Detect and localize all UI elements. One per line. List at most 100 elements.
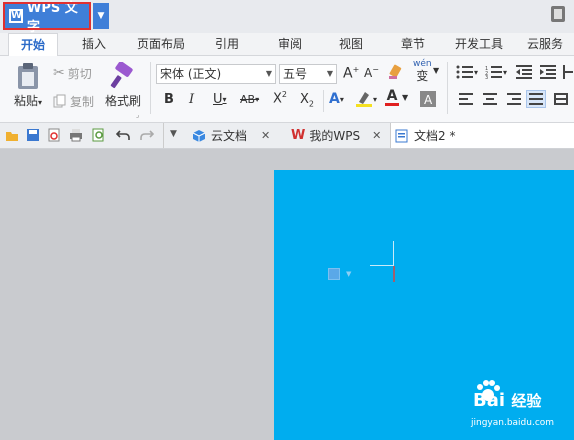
bold-button[interactable]: B xyxy=(164,92,174,107)
align-left-button[interactable] xyxy=(459,93,473,105)
chevron-down-icon: ▼ xyxy=(402,93,409,102)
format-painter-label: 格式刷 xyxy=(104,94,141,108)
font-name-select[interactable]: 宋体 (正文) ▼ xyxy=(156,64,276,84)
print-icon[interactable] xyxy=(69,128,83,142)
numbered-list-button[interactable]: 1 2 3 ▾ xyxy=(485,65,507,79)
phonetic-button[interactable]: wén 变 xyxy=(413,59,432,84)
baidu-jingyan-watermark: Bai 经验 jingyan.baidu.com xyxy=(471,376,569,432)
char-shading-button[interactable]: A xyxy=(420,91,436,107)
tab-view[interactable]: 视图 xyxy=(329,33,373,55)
tab-developer[interactable]: 开发工具 xyxy=(450,33,508,55)
divider xyxy=(150,62,151,114)
print-preview-icon[interactable] xyxy=(92,128,106,142)
svg-text:A: A xyxy=(424,93,433,107)
redo-icon[interactable] xyxy=(140,128,154,142)
tab-page-layout[interactable]: 页面布局 xyxy=(130,33,192,55)
shrink-font-button[interactable]: A− xyxy=(364,65,379,80)
align-right-icon xyxy=(507,93,521,105)
underline-button[interactable]: U ▾ xyxy=(213,92,227,107)
divider xyxy=(163,123,164,148)
bullet-list-icon xyxy=(456,65,473,79)
clipboard-group-launcher[interactable]: ⌟ xyxy=(136,111,139,119)
ribbon: 粘贴▾ ✂ 剪切 复制 格式刷 宋体 (正文) ▼ 五号 ▼ A+ A− wén… xyxy=(0,56,574,123)
tab-insert[interactable]: 插入 xyxy=(70,33,118,55)
strikethrough-button[interactable]: AB ▾ xyxy=(240,93,259,106)
pinyin-icon: wén xyxy=(413,59,432,69)
export-pdf-icon[interactable] xyxy=(47,128,61,142)
font-size-select[interactable]: 五号 ▼ xyxy=(279,64,337,84)
cut-label: 剪切 xyxy=(67,66,92,81)
font-color-icon: A xyxy=(386,88,398,104)
undo-icon[interactable] xyxy=(116,128,130,142)
char-shading-icon: A xyxy=(420,91,436,107)
word-doc-icon xyxy=(395,129,408,142)
cut-button[interactable]: ✂ 剪切 xyxy=(53,64,92,82)
superscript-button[interactable]: X2 xyxy=(273,90,287,106)
clear-format-button[interactable] xyxy=(388,64,404,80)
phonetic-dropdown[interactable]: ▼ xyxy=(433,66,439,75)
save-icon[interactable] xyxy=(26,128,40,142)
tab-home[interactable]: 开始 xyxy=(8,33,58,57)
copy-icon xyxy=(53,94,66,108)
grow-font-icon: A+ xyxy=(343,65,360,82)
tab-chapter[interactable]: 章节 xyxy=(391,33,435,55)
italic-icon: I xyxy=(189,92,195,107)
ribbon-tabs: 开始 插入 页面布局 引用 审阅 视图 章节 开发工具 云服务 xyxy=(0,33,574,57)
numbered-list-icon: 1 2 3 xyxy=(485,66,502,79)
decrease-indent-button[interactable] xyxy=(516,65,532,79)
italic-button[interactable]: I xyxy=(189,92,194,107)
format-painter-icon xyxy=(110,62,133,89)
align-right-button[interactable] xyxy=(507,93,521,105)
distributed-align-button[interactable] xyxy=(554,93,568,105)
paste-button[interactable]: 粘贴▾ xyxy=(8,62,48,116)
superscript-icon: X2 xyxy=(273,90,287,107)
doc-tab-label: 云文档 xyxy=(211,129,248,143)
bullet-list-button[interactable]: ▾ xyxy=(456,65,478,79)
watermark-brand2: 经验 xyxy=(511,392,542,410)
document-icon[interactable] xyxy=(551,6,565,22)
highlight-button[interactable]: ▾ xyxy=(355,90,377,108)
paste-options-dropdown[interactable]: ▼ xyxy=(346,270,351,278)
paste-options-icon[interactable] xyxy=(328,268,340,280)
shrink-font-icon: A− xyxy=(364,65,379,80)
text-cursor xyxy=(393,266,395,282)
align-center-button[interactable] xyxy=(483,93,497,105)
app-button-highlight xyxy=(3,2,91,30)
format-painter-button[interactable]: 格式刷 xyxy=(103,62,143,116)
highlighter-icon xyxy=(356,92,372,107)
divider xyxy=(323,90,324,112)
font-size-value: 五号 xyxy=(283,67,308,81)
quick-access-dropdown[interactable]: ▼ xyxy=(170,129,177,139)
chevron-down-icon: ▼ xyxy=(326,69,333,78)
sort-icon xyxy=(563,65,573,79)
close-icon[interactable]: ✕ xyxy=(372,129,381,142)
tab-document2[interactable]: 文档2 * xyxy=(390,123,574,148)
tab-my-wps[interactable]: W 我的WPS ✕ xyxy=(288,123,390,148)
tab-references[interactable]: 引用 xyxy=(205,33,249,55)
open-folder-icon[interactable] xyxy=(5,128,19,142)
tab-review[interactable]: 审阅 xyxy=(268,33,312,55)
font-color-button[interactable]: A xyxy=(385,89,399,106)
watermark-url: jingyan.baidu.com xyxy=(471,418,555,428)
justify-button[interactable] xyxy=(526,90,546,108)
increase-indent-icon xyxy=(540,65,556,79)
phonetic-label: 变 xyxy=(416,69,429,83)
text-effect-button[interactable]: A ▾ xyxy=(329,91,344,107)
chevron-down-icon: ▼ xyxy=(265,69,272,78)
copy-button[interactable]: 复制 xyxy=(53,92,94,110)
sort-button[interactable] xyxy=(563,65,573,79)
increase-indent-button[interactable] xyxy=(540,65,556,79)
dialog-launcher-icon: ⌟ xyxy=(136,111,140,119)
grow-font-button[interactable]: A+ xyxy=(343,65,359,82)
subscript-button[interactable]: X2 xyxy=(300,92,314,109)
font-name-value: 宋体 (正文) xyxy=(160,67,222,81)
close-icon[interactable]: ✕ xyxy=(261,129,270,142)
tab-cloud-service[interactable]: 云服务 xyxy=(520,33,570,55)
tab-cloud-docs[interactable]: 云文档 ✕ xyxy=(190,123,290,148)
app-menu-dropdown-icon[interactable]: ▼ xyxy=(93,3,109,29)
font-color-dropdown[interactable]: ▼ xyxy=(402,93,408,102)
text-effect-icon: A xyxy=(329,91,340,107)
margin-guide xyxy=(393,241,394,265)
distributed-align-icon xyxy=(554,93,568,105)
wps-w-icon: W xyxy=(291,128,306,143)
